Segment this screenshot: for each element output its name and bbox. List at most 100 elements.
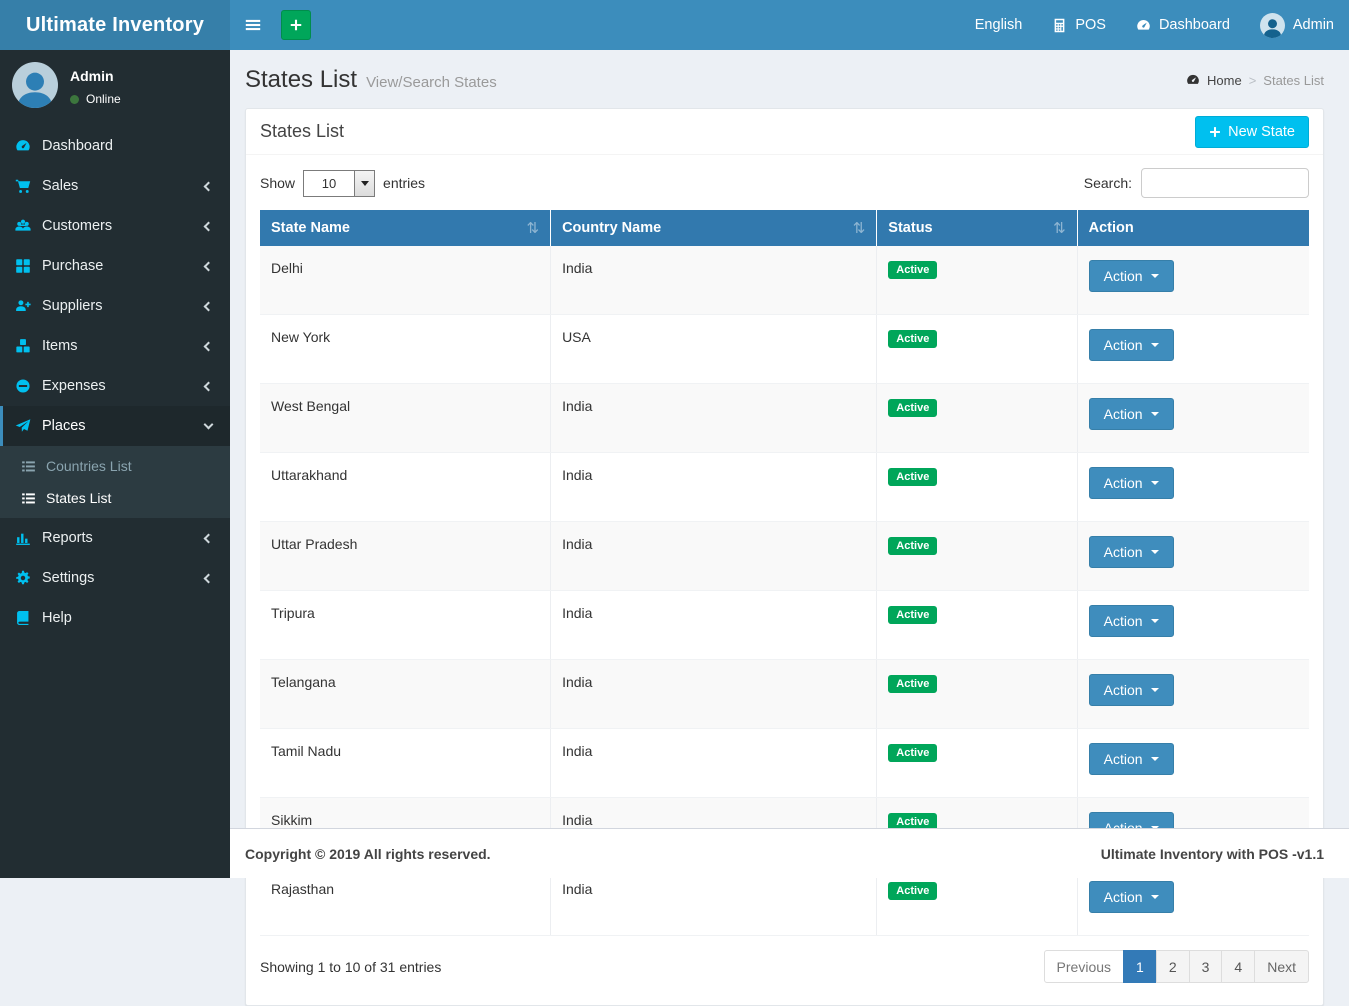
status-cell: Active	[876, 590, 1078, 660]
sort-icon: ⇅	[526, 220, 540, 237]
action-dropdown-button[interactable]: Action	[1088, 743, 1174, 775]
sidebar-item-label: Suppliers	[42, 298, 103, 314]
action-dropdown-button[interactable]: Action	[1088, 605, 1174, 637]
grid-icon	[15, 258, 31, 274]
sidebar-item-label: Items	[42, 338, 78, 354]
caret-down-icon	[1150, 412, 1159, 416]
action-dropdown-button[interactable]: Action	[1088, 398, 1174, 430]
table-row: Tamil Nadu India Active Action	[260, 728, 1309, 798]
breadcrumb-current: States List	[1263, 72, 1324, 88]
sidebar-item-sales[interactable]: Sales	[0, 166, 230, 206]
breadcrumb-home-link[interactable]: Home	[1207, 73, 1242, 88]
pagination-page-3[interactable]: 3	[1188, 950, 1223, 983]
sidebar-item-suppliers[interactable]: Suppliers	[0, 286, 230, 326]
sidebar-item-expenses[interactable]: Expenses	[0, 366, 230, 406]
state-name-cell: Telangana	[260, 659, 552, 729]
user-avatar-large	[12, 62, 58, 108]
action-button-label: Action	[1103, 751, 1143, 767]
status-badge: Active	[888, 468, 938, 487]
sidebar-item-items[interactable]: Items	[0, 326, 230, 366]
table-row: New York USA Active Action	[260, 314, 1309, 384]
user-status-link[interactable]: Online	[70, 92, 121, 106]
action-dropdown-button[interactable]: Action	[1088, 329, 1174, 361]
sidebar-subitem-states-list[interactable]: States List	[0, 482, 230, 514]
panel-title: States List	[260, 121, 345, 141]
action-dropdown-button[interactable]: Action	[1088, 260, 1174, 292]
pagination-next-button[interactable]: Next	[1254, 950, 1309, 983]
sidebar-item-help[interactable]: Help	[0, 598, 230, 638]
country-name-cell: USA	[550, 314, 878, 384]
column-header-status[interactable]: Status ⇅	[876, 210, 1078, 246]
chevron-left-icon	[203, 301, 214, 311]
cubes-icon	[15, 338, 31, 354]
sidebar-subitem-countries-list[interactable]: Countries List	[0, 450, 230, 482]
sidebar-item-reports[interactable]: Reports	[0, 518, 230, 558]
caret-down-icon	[1150, 757, 1159, 761]
nav-item-dashboard[interactable]: Dashboard	[1121, 0, 1245, 50]
caret-down-icon	[1150, 895, 1159, 899]
cart-icon	[15, 178, 31, 194]
action-cell: Action	[1077, 246, 1309, 315]
status-badge: Active	[888, 606, 938, 625]
sidebar-toggle-button[interactable]	[230, 0, 275, 50]
state-name-cell: Uttar Pradesh	[260, 521, 552, 591]
action-dropdown-button[interactable]: Action	[1088, 674, 1174, 706]
pagination-page-4[interactable]: 4	[1221, 950, 1256, 983]
user-info: Admin Online	[70, 62, 121, 108]
column-header-state-name[interactable]: State Name ⇅	[260, 210, 552, 246]
new-state-button-label: New State	[1228, 123, 1295, 140]
entries-label: entries	[383, 175, 426, 191]
book-icon	[15, 610, 31, 626]
content-wrapper: States List View/Search States Home > St…	[230, 50, 1349, 1006]
chevron-left-icon	[203, 573, 214, 583]
sidebar-item-purchase[interactable]: Purchase	[0, 246, 230, 286]
show-label: Show	[260, 175, 296, 191]
status-badge: Active	[888, 261, 938, 280]
nav-item-admin[interactable]: Admin	[1245, 0, 1349, 50]
status-badge: Active	[888, 882, 938, 901]
sidebar-item-label: Purchase	[42, 258, 104, 274]
column-label: Status	[888, 220, 933, 236]
search-input[interactable]	[1141, 168, 1309, 198]
sidebar-item-label: Sales	[42, 178, 79, 194]
sidebar-subitem-label: Countries List	[46, 458, 132, 474]
pagination-previous-button[interactable]: Previous	[1043, 950, 1125, 983]
gears-icon	[15, 570, 31, 586]
sidebar-item-customers[interactable]: Customers	[0, 206, 230, 246]
brand-logo[interactable]: Ultimate Inventory	[0, 0, 230, 50]
action-dropdown-button[interactable]: Action	[1088, 881, 1174, 913]
action-dropdown-button[interactable]: Action	[1088, 536, 1174, 568]
sidebar-item-label: Help	[42, 610, 72, 626]
nav-item-pos[interactable]: POS	[1037, 0, 1121, 50]
status-badge: Active	[888, 330, 938, 349]
sidebar-item-places[interactable]: Places	[0, 406, 230, 446]
tachometer-icon	[15, 138, 31, 154]
state-name-cell: New York	[260, 314, 552, 384]
country-name-cell: India	[550, 728, 878, 798]
select-dropdown-arrow-icon	[354, 170, 375, 196]
sidebar-menu: Dashboard Sales Customers Purchase Suppl…	[0, 126, 230, 638]
sidebar-item-settings[interactable]: Settings	[0, 558, 230, 598]
country-name-cell: India	[550, 383, 878, 453]
table-row: Uttar Pradesh India Active Action	[260, 521, 1309, 591]
status-cell: Active	[876, 314, 1078, 384]
pagination-page-2[interactable]: 2	[1155, 950, 1190, 983]
column-header-country-name[interactable]: Country Name ⇅	[550, 210, 878, 246]
plus-icon	[1209, 126, 1221, 138]
places-submenu-container: Countries List States List	[0, 446, 230, 518]
nav-item-english[interactable]: English	[960, 0, 1038, 50]
chevron-left-icon	[203, 221, 214, 231]
action-dropdown-button[interactable]: Action	[1088, 467, 1174, 499]
datatable-controls: Show 10 entries Search:	[260, 168, 1309, 198]
action-button-label: Action	[1103, 682, 1143, 698]
search-area: Search:	[1084, 168, 1309, 198]
page-length-select[interactable]: 10	[303, 169, 376, 197]
pagination-page-1[interactable]: 1	[1123, 950, 1157, 983]
sidebar-item-dashboard[interactable]: Dashboard	[0, 126, 230, 166]
quick-add-button[interactable]	[281, 10, 311, 40]
table-row: Telangana India Active Action	[260, 659, 1309, 729]
calculator-icon	[1052, 18, 1067, 33]
status-badge: Active	[888, 744, 938, 763]
new-state-button[interactable]: New State	[1195, 115, 1309, 148]
column-label: Country Name	[562, 220, 662, 236]
